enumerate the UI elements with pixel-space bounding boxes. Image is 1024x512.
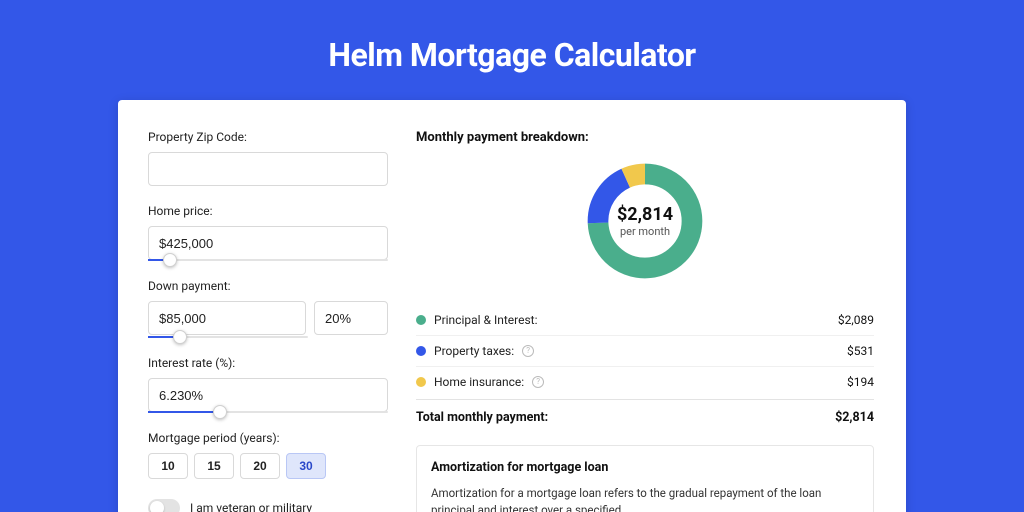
total-label: Total monthly payment: [416,410,548,425]
total-value: $2,814 [835,410,874,425]
interest-rate-input[interactable] [148,378,388,412]
veteran-toggle-knob [150,501,164,512]
legend-row-taxes: Property taxes:? $531 [416,336,874,367]
legend-label-principal: Principal & Interest: [434,313,538,327]
interest-rate-slider-thumb[interactable] [213,405,227,419]
veteran-toggle[interactable] [148,499,180,512]
legend-value-principal: $2,089 [838,313,874,327]
legend-label-taxes: Property taxes: [434,344,514,358]
donut-center: $2,814 per month [583,159,707,283]
amortization-card: Amortization for mortgage loan Amortizat… [416,445,874,512]
mortgage-period-field: Mortgage period (years): 10152030 [148,431,388,479]
amortization-title: Amortization for mortgage loan [431,460,859,475]
interest-rate-field: Interest rate (%): [148,356,388,413]
total-row: Total monthly payment: $2,814 [416,399,874,439]
legend-row-insurance: Home insurance:? $194 [416,367,874,397]
veteran-toggle-row: I am veteran or military [148,499,388,512]
legend-dot-insurance [416,377,426,387]
donut-amount: $2,814 [617,204,673,225]
legend-row-principal: Principal & Interest: $2,089 [416,305,874,336]
legend-dot-principal [416,315,426,325]
legend: Principal & Interest: $2,089 Property taxe… [416,305,874,397]
home-price-field: Home price: [148,204,388,261]
down-payment-label: Down payment: [148,279,388,293]
page-title: Helm Mortgage Calculator [328,36,695,74]
home-price-input[interactable] [148,226,388,260]
form-column: Property Zip Code: Home price: Down paym… [148,130,388,512]
down-payment-amount-input[interactable] [148,301,306,335]
zip-label: Property Zip Code: [148,130,388,144]
legend-label-insurance: Home insurance: [434,375,524,389]
breakdown-title: Monthly payment breakdown: [416,130,874,145]
interest-rate-slider[interactable] [148,411,388,413]
legend-value-insurance: $194 [847,375,874,389]
info-icon[interactable]: ? [522,345,534,357]
mortgage-period-options: 10152030 [148,453,388,479]
zip-field: Property Zip Code: [148,130,388,186]
info-icon[interactable]: ? [532,376,544,388]
legend-dot-taxes [416,346,426,356]
period-option-15[interactable]: 15 [194,453,234,479]
home-price-label: Home price: [148,204,388,218]
mortgage-period-label: Mortgage period (years): [148,431,388,445]
veteran-toggle-label: I am veteran or military [190,501,312,512]
period-option-10[interactable]: 10 [148,453,188,479]
page-root: Helm Mortgage Calculator Property Zip Co… [0,0,1024,512]
legend-value-taxes: $531 [847,344,874,358]
down-payment-percent-input[interactable] [314,301,388,335]
calculator-card: Property Zip Code: Home price: Down paym… [118,100,906,512]
home-price-slider-thumb[interactable] [163,253,177,267]
amortization-text: Amortization for a mortgage loan refers … [431,485,859,512]
down-payment-field: Down payment: [148,279,388,338]
zip-input[interactable] [148,152,388,186]
interest-rate-label: Interest rate (%): [148,356,388,370]
donut-sub: per month [620,225,670,238]
breakdown-column: Monthly payment breakdown: $2,814 per mo… [416,130,874,512]
period-option-30[interactable]: 30 [286,453,326,479]
down-payment-slider[interactable] [148,336,308,338]
donut-chart: $2,814 per month [583,159,707,283]
period-option-20[interactable]: 20 [240,453,280,479]
donut-chart-wrap: $2,814 per month [416,159,874,283]
down-payment-slider-thumb[interactable] [173,330,187,344]
home-price-slider[interactable] [148,259,388,261]
